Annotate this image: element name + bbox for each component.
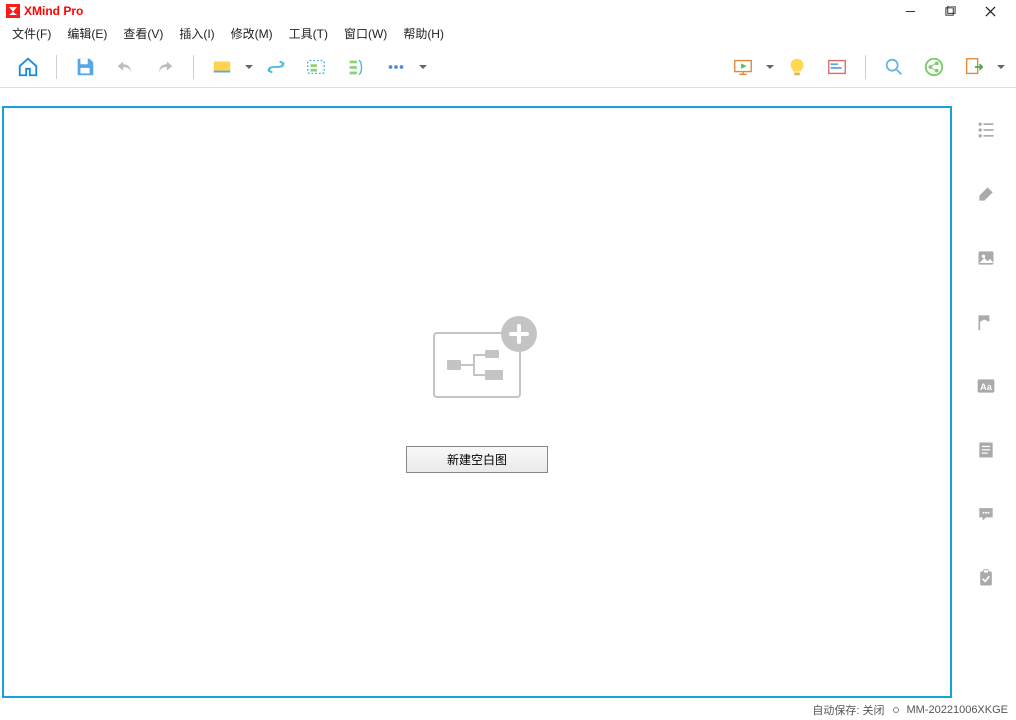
gantt-button[interactable] bbox=[817, 47, 857, 87]
new-blank-map-button[interactable]: 新建空白图 bbox=[406, 446, 548, 473]
comments-panel-button[interactable] bbox=[974, 502, 998, 526]
autosave-status: 自动保存: 关闭 bbox=[812, 702, 884, 718]
window-title: XMind Pro bbox=[24, 4, 890, 18]
save-button[interactable] bbox=[65, 47, 105, 87]
font-panel-button[interactable]: Aa bbox=[974, 374, 998, 398]
close-button[interactable] bbox=[970, 0, 1010, 22]
topic-dropdown[interactable] bbox=[242, 65, 256, 69]
side-panel: Aa bbox=[956, 88, 1016, 700]
minimize-button[interactable] bbox=[890, 0, 930, 22]
titlebar: XMind Pro bbox=[0, 0, 1016, 22]
new-map-icon bbox=[433, 332, 521, 398]
svg-text:Aa: Aa bbox=[980, 382, 993, 392]
summary-button[interactable] bbox=[336, 47, 376, 87]
menu-view[interactable]: 查看(V) bbox=[115, 22, 171, 46]
license-info: MM-20221006XKGE bbox=[907, 704, 1009, 716]
task-panel-button[interactable] bbox=[974, 566, 998, 590]
topic-button[interactable] bbox=[202, 47, 242, 87]
present-dropdown[interactable] bbox=[763, 65, 777, 69]
app-logo-icon bbox=[6, 4, 20, 18]
image-panel-button[interactable] bbox=[974, 246, 998, 270]
menu-insert[interactable]: 插入(I) bbox=[171, 22, 222, 46]
boundary-button[interactable] bbox=[296, 47, 336, 87]
statusbar: 自动保存: 关闭 MM-20221006XKGE bbox=[0, 700, 1016, 720]
undo-button[interactable] bbox=[105, 47, 145, 87]
maximize-button[interactable] bbox=[930, 0, 970, 22]
menu-file[interactable]: 文件(F) bbox=[4, 22, 59, 46]
toolbar bbox=[0, 46, 1016, 88]
redo-button[interactable] bbox=[145, 47, 185, 87]
export-dropdown[interactable] bbox=[994, 65, 1008, 69]
menubar: 文件(F) 编辑(E) 查看(V) 插入(I) 修改(M) 工具(T) 窗口(W… bbox=[0, 22, 1016, 46]
menu-window[interactable]: 窗口(W) bbox=[336, 22, 395, 46]
plus-icon bbox=[501, 316, 537, 352]
toolbar-separator bbox=[56, 55, 57, 79]
relationship-button[interactable] bbox=[256, 47, 296, 87]
toolbar-separator bbox=[193, 55, 194, 79]
menu-tools[interactable]: 工具(T) bbox=[281, 22, 336, 46]
search-button[interactable] bbox=[874, 47, 914, 87]
export-button[interactable] bbox=[954, 47, 994, 87]
idea-button[interactable] bbox=[777, 47, 817, 87]
marker-panel-button[interactable] bbox=[974, 310, 998, 334]
menu-help[interactable]: 帮助(H) bbox=[395, 22, 452, 46]
format-panel-button[interactable] bbox=[974, 182, 998, 206]
home-button[interactable] bbox=[8, 47, 48, 87]
outline-panel-button[interactable] bbox=[974, 118, 998, 142]
more-button[interactable] bbox=[376, 47, 416, 87]
present-button[interactable] bbox=[723, 47, 763, 87]
more-dropdown[interactable] bbox=[416, 65, 430, 69]
menu-modify[interactable]: 修改(M) bbox=[223, 22, 281, 46]
canvas-area[interactable]: 新建空白图 bbox=[2, 106, 952, 698]
toolbar-separator bbox=[865, 55, 866, 79]
status-dot-icon bbox=[893, 707, 899, 713]
share-button[interactable] bbox=[914, 47, 954, 87]
notes-panel-button[interactable] bbox=[974, 438, 998, 462]
menu-edit[interactable]: 编辑(E) bbox=[59, 22, 115, 46]
